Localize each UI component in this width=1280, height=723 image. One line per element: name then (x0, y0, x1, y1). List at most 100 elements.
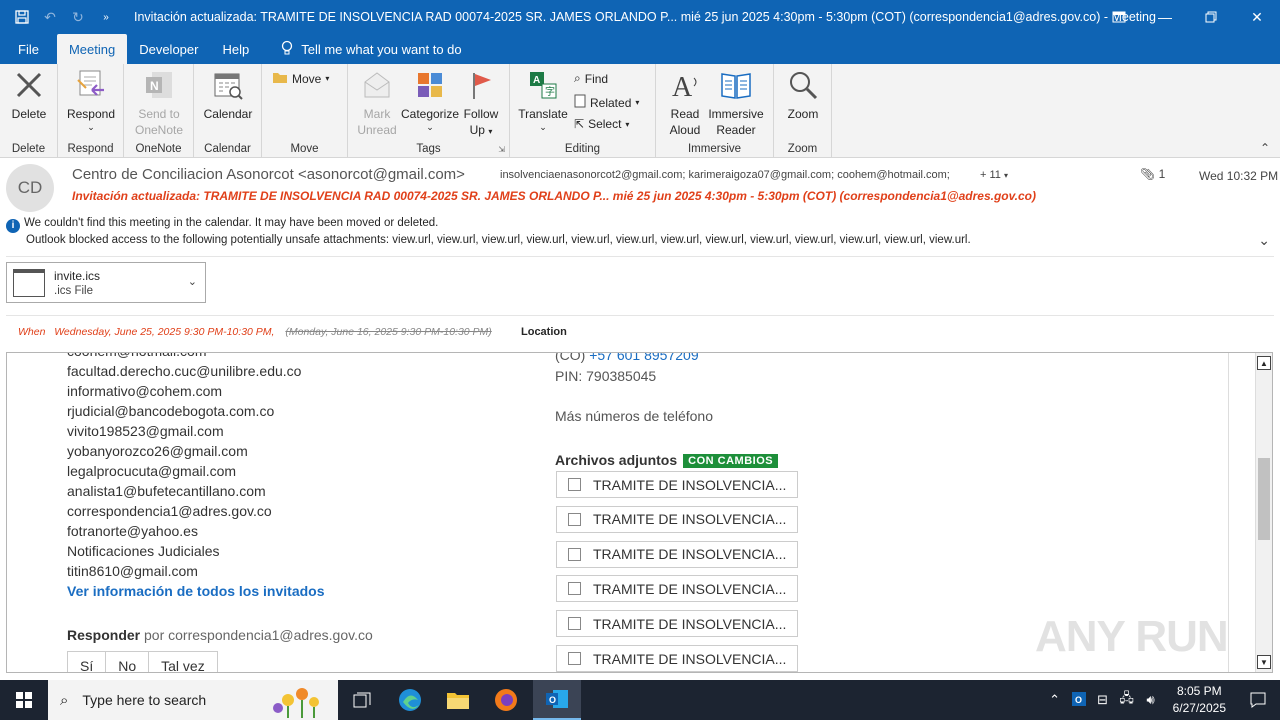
scroll-up-button[interactable]: ▲ (1257, 356, 1271, 370)
vertical-scrollbar[interactable]: ▲ ▼ (1255, 353, 1272, 672)
drive-attachment-item[interactable]: TRAMITE DE INSOLVENCIA... (556, 471, 798, 498)
tell-me-search[interactable]: Tell me what you want to do (269, 34, 473, 64)
respond-icon (74, 68, 108, 102)
when-value: Wednesday, June 25, 2025 9:30 PM-10:30 P… (54, 326, 275, 338)
group-zoom: Zoom Zoom (774, 64, 832, 158)
start-button[interactable] (0, 680, 48, 720)
scroll-down-button[interactable]: ▼ (1257, 655, 1271, 669)
read-aloud-label-2: Aloud (669, 123, 701, 137)
tab-help[interactable]: Help (210, 34, 261, 64)
task-view-icon[interactable] (338, 680, 386, 720)
minimize-button[interactable]: — (1142, 0, 1188, 34)
outlook-taskbar-icon[interactable]: O (533, 680, 581, 720)
follow-up-label-1: Follow (463, 107, 499, 121)
ribbon-display-icon[interactable] (1096, 0, 1142, 34)
select-button[interactable]: ⇱ Select ▾ (574, 117, 629, 131)
tab-file[interactable]: File (0, 34, 57, 64)
outlook-tray-icon[interactable]: O (1067, 691, 1091, 709)
more-recipients-button[interactable]: + 11 ▾ (980, 169, 1008, 181)
svg-text:O: O (549, 695, 556, 705)
checkbox-icon[interactable] (568, 652, 581, 665)
firefox-icon[interactable] (482, 680, 530, 720)
notifications-icon[interactable] (1236, 692, 1280, 708)
subject: Invitación actualizada: TRAMITE DE INSOL… (72, 189, 1036, 203)
zoom-button[interactable]: Zoom (782, 68, 824, 122)
drive-attachment-label: TRAMITE DE INSOLVENCIA... (593, 615, 787, 632)
checkbox-icon[interactable] (568, 478, 581, 491)
related-button[interactable]: Related ▾ (574, 94, 639, 111)
drive-attachment-label: TRAMITE DE INSOLVENCIA... (593, 476, 787, 493)
more-commands-icon[interactable]: » (92, 0, 120, 34)
scroll-thumb[interactable] (1258, 458, 1270, 540)
tab-developer[interactable]: Developer (127, 34, 210, 64)
respond-group-label: Respond (67, 143, 114, 155)
calendar-button[interactable]: Calendar (200, 68, 256, 122)
rsvp-options: Sí No Tal vez (67, 651, 218, 672)
network-icon[interactable]: 🖧︎ (1115, 689, 1139, 711)
collapse-ribbon-icon[interactable]: ⌃ (1260, 141, 1270, 155)
watermark-logo: ANY RUN (1035, 612, 1229, 661)
more-phone-numbers-link[interactable]: Más números de teléfono (555, 408, 713, 424)
find-button[interactable]: ⌕ Find (574, 71, 608, 86)
drive-attachment-item[interactable]: TRAMITE DE INSOLVENCIA... (556, 645, 798, 672)
read-aloud-button[interactable]: A Read Aloud (662, 68, 708, 138)
maximize-button[interactable] (1188, 0, 1234, 34)
phone-link[interactable]: +57 601 8957209 (589, 353, 698, 363)
invitee-item: coohem@hotmail.com (67, 353, 207, 359)
categorize-button[interactable]: Categorize ⌄ (400, 68, 460, 132)
edge-icon[interactable] (386, 680, 434, 720)
rsvp-no-button[interactable]: No (106, 652, 150, 672)
mark-unread-label-1: Mark (363, 107, 391, 121)
editing-group-label: Editing (564, 143, 601, 155)
rsvp-yes-button[interactable]: Sí (68, 652, 107, 672)
redo-icon[interactable]: ↻ (64, 0, 92, 34)
immersive-reader-button[interactable]: Immersive Reader (706, 68, 766, 138)
see-all-invitees-link[interactable]: Ver información de todos los invitados (67, 583, 325, 599)
invitee-item: yobanyorozco26@gmail.com (67, 443, 248, 459)
taskbar-search[interactable]: ⌕ Type here to search (48, 680, 338, 720)
drive-attachment-item[interactable]: TRAMITE DE INSOLVENCIA... (556, 610, 798, 638)
move-label: Move (292, 71, 322, 86)
send-to-onenote-button[interactable]: N Send to OneNote (130, 68, 188, 138)
file-explorer-icon[interactable] (434, 680, 482, 720)
checkbox-icon[interactable] (568, 582, 581, 596)
drive-attachment-item[interactable]: TRAMITE DE INSOLVENCIA... (556, 540, 798, 568)
drive-attachment-item[interactable]: TRAMITE DE INSOLVENCIA... (556, 575, 798, 603)
mark-unread-button[interactable]: Mark Unread (354, 68, 400, 138)
related-label: Related (590, 95, 632, 110)
move-button[interactable]: Move ▾ (272, 70, 329, 87)
expand-info-icon[interactable]: ⌄ (1258, 232, 1270, 249)
invitee-item: Notificaciones Judiciales (67, 543, 220, 559)
checkbox-icon[interactable] (568, 617, 581, 631)
info-icon: i (6, 219, 20, 233)
follow-up-button[interactable]: Follow Up ▾ (458, 68, 504, 140)
sender[interactable]: Centro de Conciliacion Asonorcot <asonor… (72, 166, 465, 183)
checkbox-icon[interactable] (568, 512, 581, 526)
device-icon[interactable]: ⊟ (1091, 692, 1115, 708)
checkbox-icon[interactable] (568, 547, 581, 561)
delete-button[interactable]: Delete (8, 68, 50, 122)
volume-icon[interactable]: 🔊︎ (1139, 692, 1163, 708)
respond-button[interactable]: Respond ⌄ (64, 68, 118, 132)
received-date: Wed 10:32 PM (1199, 169, 1279, 183)
clock[interactable]: 8:05 PM 6/27/2025 (1173, 683, 1226, 717)
onenote-group-label: OneNote (135, 143, 182, 155)
recipients[interactable]: insolvenciaenasonorcot2@gmail.com; karim… (500, 169, 950, 181)
undo-icon[interactable]: ↶ (36, 0, 64, 34)
changed-badge: CON CAMBIOS (683, 454, 779, 468)
attachment-dropdown-icon[interactable]: ⌄ (188, 275, 197, 288)
save-icon[interactable] (8, 0, 36, 34)
attachment-invite-ics[interactable]: invite.ics .ics File ⌄ (6, 262, 206, 303)
close-button[interactable]: ✕ (1234, 0, 1280, 34)
tab-meeting[interactable]: Meeting (56, 34, 128, 64)
mark-unread-label-2: Unread (357, 123, 397, 137)
select-label: Select (588, 117, 622, 131)
tags-dialog-launcher-icon[interactable]: ⇲ (498, 145, 505, 154)
invitee-item: legalprocucuta@gmail.com (67, 463, 237, 479)
group-move: Move ▾ Move (262, 64, 348, 158)
show-hidden-icons[interactable]: ⌃ (1043, 692, 1067, 708)
attachment-divider (6, 315, 1274, 316)
drive-attachment-item[interactable]: TRAMITE DE INSOLVENCIA... (556, 505, 798, 533)
rsvp-maybe-button[interactable]: Tal vez (149, 652, 217, 672)
translate-button[interactable]: A字 Translate ⌄ (516, 68, 570, 132)
